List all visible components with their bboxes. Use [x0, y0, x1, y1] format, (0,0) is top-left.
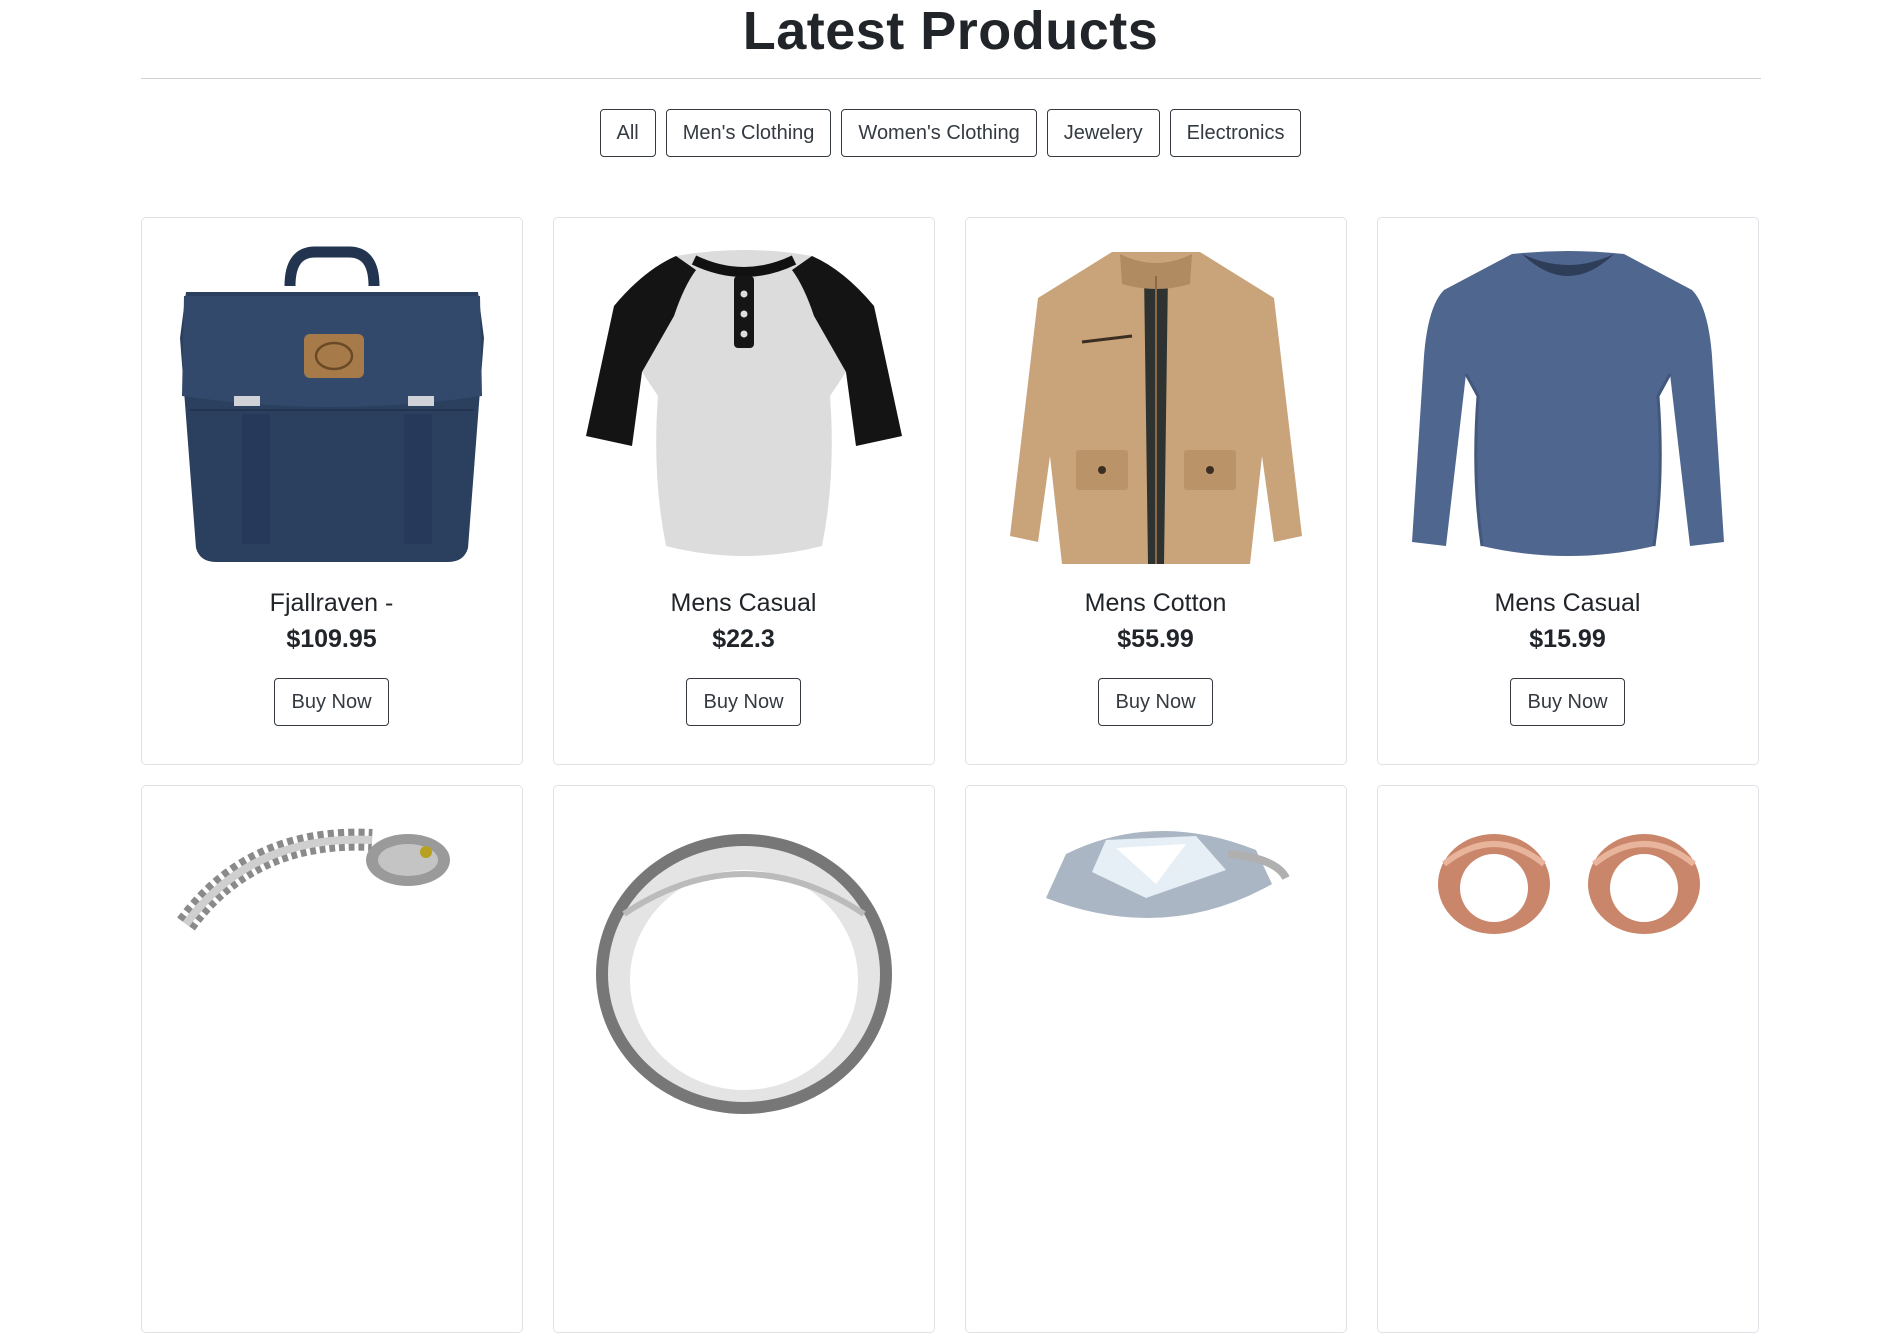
product-card: [964, 785, 1347, 1333]
buy-now-button[interactable]: Buy Now: [686, 678, 801, 726]
product-grid: Fjallraven - $109.95 Buy Now Mens Casual…: [140, 217, 1761, 1333]
rose-gold-earrings-image: [1437, 834, 1700, 934]
main-container: Latest Products All Men's Clothing Women…: [140, 0, 1761, 1333]
buy-now-button[interactable]: Buy Now: [1098, 678, 1213, 726]
silver-ring-image: [595, 834, 892, 1114]
product-price: $109.95: [286, 625, 377, 653]
filter-jewelery-button[interactable]: Jewelery: [1046, 109, 1160, 157]
dragon-bracelet-image: [176, 828, 450, 931]
product-card: Mens Casual $22.3 Buy Now: [552, 217, 935, 765]
buy-now-button[interactable]: Buy Now: [274, 678, 389, 726]
product-title: Mens Cotton: [1084, 589, 1227, 617]
product-title: Mens Casual: [1494, 589, 1641, 617]
filter-all-button[interactable]: All: [599, 109, 656, 157]
page-title: Latest Products: [742, 1, 1159, 61]
jacket-image: [1009, 252, 1302, 564]
backpack-image: [179, 246, 484, 562]
product-card: [552, 785, 935, 1333]
raglan-tshirt-image: [585, 250, 902, 556]
product-card: Mens Cotton $55.99 Buy Now: [964, 217, 1347, 765]
filter-electronics-button[interactable]: Electronics: [1169, 109, 1302, 157]
product-card: Fjallraven - $109.95 Buy Now: [140, 217, 523, 765]
product-title: Fjallraven -: [269, 589, 394, 617]
product-card: [1376, 785, 1759, 1333]
long-sleeve-shirt-image: [1411, 251, 1724, 556]
product-price: $15.99: [1529, 625, 1606, 653]
product-price: $22.3: [712, 625, 775, 653]
title-divider: [140, 78, 1761, 79]
product-price: $55.99: [1117, 625, 1194, 653]
diamond-ring-image: [1045, 830, 1290, 918]
product-card: Mens Casual $15.99 Buy Now: [1376, 217, 1759, 765]
filter-womens-clothing-button[interactable]: Women's Clothing: [841, 109, 1037, 157]
product-title: Mens Casual: [670, 589, 817, 617]
buy-now-button[interactable]: Buy Now: [1510, 678, 1625, 726]
filter-mens-clothing-button[interactable]: Men's Clothing: [665, 109, 832, 157]
product-card: [140, 785, 523, 1333]
category-filters: All Men's Clothing Women's Clothing Jewe…: [141, 109, 1761, 157]
